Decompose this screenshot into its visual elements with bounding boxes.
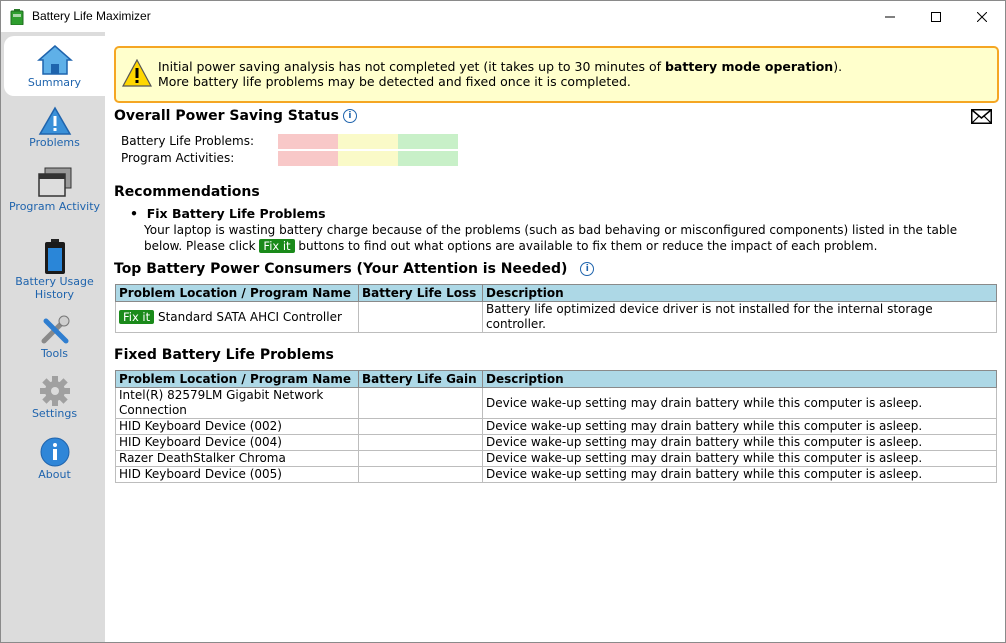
recommendation-line2-after: buttons to find out what options are ava… [298, 239, 878, 253]
minimize-button[interactable] [867, 1, 913, 32]
table-cell-description: Device wake-up setting may drain battery… [482, 418, 997, 435]
program-activities-label: Program Activities: [121, 151, 235, 165]
info-icon [40, 437, 69, 467]
warning-icon [122, 59, 152, 87]
table-row: HID Keyboard Device (002) Device wake-up… [115, 418, 997, 435]
sidebar-item-about[interactable]: About [4, 436, 105, 481]
sidebar-item-label: About [38, 468, 71, 481]
sidebar: Summary Problems Program Activity Batter… [1, 32, 105, 642]
sidebar-item-label: Tools [40, 347, 69, 360]
table-cell-name: HID Keyboard Device (005) [115, 466, 359, 483]
battery-life-problems-label: Battery Life Problems: [121, 134, 255, 148]
table-row: Razer DeathStalker Chroma Device wake-up… [115, 450, 997, 467]
table-cell-loss [358, 301, 483, 333]
meter-green [398, 134, 458, 149]
sidebar-item-problems[interactable]: Problems [4, 106, 105, 149]
column-header[interactable]: Description [482, 284, 997, 302]
banner-text: Initial power saving analysis has not co… [158, 59, 842, 89]
app-window: Battery Life Maximizer Summary Problems [0, 0, 1006, 643]
warning-icon [38, 106, 71, 135]
windows-icon [37, 167, 71, 197]
table-row: HID Keyboard Device (005) Device wake-up… [115, 466, 997, 483]
title-bar: Battery Life Maximizer [1, 1, 1005, 32]
table-cell-name: Razer DeathStalker Chroma [115, 450, 359, 467]
table-cell-name: HID Keyboard Device (002) [115, 418, 359, 435]
program-activities-meter [278, 151, 458, 166]
tools-icon [41, 315, 69, 344]
recommendations-heading: Recommendations [114, 184, 260, 200]
table-cell-description: Battery life optimized device driver is … [482, 301, 997, 333]
meter-yellow [338, 151, 398, 166]
table-cell-description: Device wake-up setting may drain battery… [482, 466, 997, 483]
battery-icon [44, 239, 65, 274]
home-icon [36, 45, 73, 75]
meter-yellow [338, 134, 398, 149]
sidebar-item-label: Settings [31, 407, 78, 420]
table-cell-name: HID Keyboard Device (004) [115, 434, 359, 451]
table-header-row: Problem Location / Program Name Battery … [115, 370, 997, 388]
recommendation-title-text: Fix Battery Life Problems [146, 206, 326, 221]
table-cell-gain [358, 466, 483, 483]
column-header[interactable]: Problem Location / Program Name [115, 284, 359, 302]
table-row: Intel(R) 82579LM Gigabit Network Connect… [115, 387, 997, 419]
fix-it-inline-badge: Fix it [259, 239, 295, 253]
column-header[interactable]: Battery Life Loss [358, 284, 483, 302]
table-header-row: Problem Location / Program Name Battery … [115, 284, 997, 302]
window-title: Battery Life Maximizer [32, 9, 151, 23]
sidebar-item-label: Problems [29, 136, 80, 149]
meter-red [278, 134, 338, 149]
table-cell-name: Fix it Standard SATA AHCI Controller [115, 301, 359, 333]
fixed-problems-table: Problem Location / Program Name Battery … [115, 370, 997, 483]
top-consumers-table: Problem Location / Program Name Battery … [115, 284, 997, 333]
banner-text-bold: battery mode operation [664, 59, 834, 74]
bullet: • [130, 206, 147, 221]
recommendation-item-title: • Fix Battery Life Problems [130, 206, 326, 221]
recommendation-line1: Your laptop is wasting battery charge be… [144, 223, 958, 237]
meter-red [278, 151, 338, 166]
fix-it-button[interactable]: Fix it [119, 309, 155, 324]
table-row: Fix it Standard SATA AHCI Controller Bat… [115, 301, 997, 333]
column-header[interactable]: Problem Location / Program Name [115, 370, 359, 388]
analysis-warning-banner: Initial power saving analysis has not co… [114, 46, 999, 103]
sidebar-item-settings[interactable]: Settings [4, 375, 105, 420]
table-cell-gain [358, 418, 483, 435]
table-cell-description: Device wake-up setting may drain battery… [482, 387, 997, 419]
sidebar-item-program-activity[interactable]: Program Activity [4, 166, 105, 213]
banner-line2: More battery life problems may be detect… [158, 74, 631, 89]
column-header[interactable]: Battery Life Gain [358, 370, 483, 388]
sidebar-item-label: Program Activity [8, 200, 101, 213]
status-heading: Overall Power Saving Status i [114, 108, 357, 124]
info-icon[interactable]: i [580, 262, 595, 276]
sidebar-item-tools[interactable]: Tools [4, 313, 105, 360]
device-name: Standard SATA AHCI Controller [157, 309, 342, 324]
sidebar-item-battery-usage-history[interactable]: Battery Usage History [4, 239, 105, 301]
table-row: HID Keyboard Device (004) Device wake-up… [115, 434, 997, 451]
email-icon[interactable] [971, 109, 992, 124]
sidebar-item-summary[interactable]: Summary [4, 36, 105, 96]
status-heading-text: Overall Power Saving Status [114, 108, 339, 124]
info-icon[interactable]: i [342, 109, 357, 123]
banner-text-part: Initial power saving analysis has not co… [158, 59, 665, 74]
gear-icon [39, 376, 70, 406]
table-cell-description: Device wake-up setting may drain battery… [482, 450, 997, 467]
battery-life-problems-meter [278, 134, 458, 149]
fixed-problems-heading: Fixed Battery Life Problems [114, 347, 334, 363]
column-header[interactable]: Description [482, 370, 997, 388]
table-cell-name: Intel(R) 82579LM Gigabit Network Connect… [115, 387, 359, 419]
recommendation-line2-before: below. Please click [144, 239, 256, 253]
top-consumers-heading: Top Battery Power Consumers (Your Attent… [114, 261, 595, 277]
table-cell-gain [358, 387, 483, 419]
top-consumers-heading-text: Top Battery Power Consumers (Your Attent… [114, 261, 568, 277]
sidebar-item-label: Battery Usage History [15, 275, 94, 301]
banner-text-part: ). [833, 59, 843, 74]
sidebar-item-label: Summary [27, 76, 82, 89]
recommendation-body: Your laptop is wasting battery charge be… [144, 222, 994, 254]
close-button[interactable] [959, 1, 1005, 32]
table-cell-gain [358, 450, 483, 467]
table-cell-description: Device wake-up setting may drain battery… [482, 434, 997, 451]
meter-green [398, 151, 458, 166]
app-battery-icon [10, 9, 24, 26]
table-cell-gain [358, 434, 483, 451]
maximize-button[interactable] [913, 1, 959, 32]
